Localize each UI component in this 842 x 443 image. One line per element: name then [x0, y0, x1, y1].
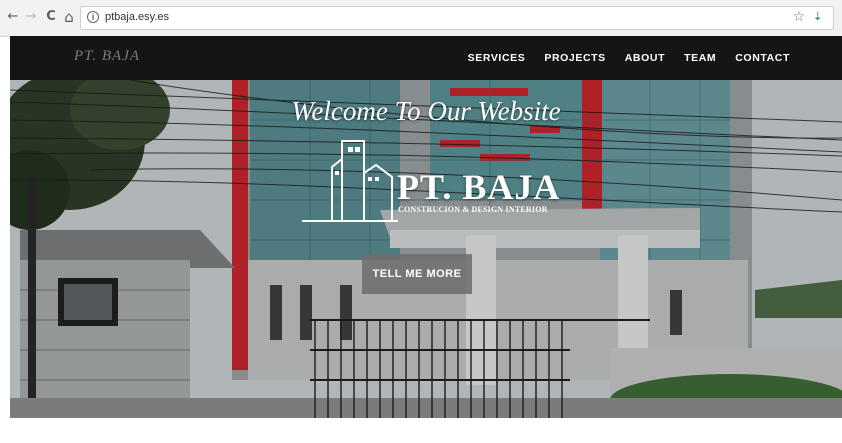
logo-company-name: PT. BAJA: [397, 167, 561, 207]
bookmark-star-icon[interactable]: ☆: [792, 9, 805, 25]
nav-link-team[interactable]: TEAM: [684, 52, 716, 64]
site-navbar: PT. BAJA SERVICES PROJECTS ABOUT TEAM CO…: [10, 36, 842, 80]
logo-tagline: CONSTRUCION & DESIGN INTERIOR: [398, 205, 548, 214]
forward-icon[interactable]: →: [24, 10, 38, 24]
extension-icon[interactable]: ⇣: [813, 11, 825, 23]
nav-link-contact[interactable]: CONTACT: [735, 52, 790, 64]
building-logo-icon: [302, 140, 398, 222]
main-menu: SERVICES PROJECTS ABOUT TEAM CONTACT: [468, 36, 790, 80]
tell-me-more-button[interactable]: TELL ME MORE: [362, 254, 472, 294]
hero-section: Welcome To Our Website PT. BAJA CONSTRUC…: [10, 80, 842, 418]
address-bar[interactable]: i ptbaja.esy.es ☆ ⇣: [80, 6, 834, 30]
hero-background-photo: [10, 80, 842, 418]
browser-toolbar: ← → C ⌂ i ptbaja.esy.es ☆ ⇣: [0, 0, 842, 37]
hero-headline: Welcome To Our Website: [291, 96, 561, 126]
back-icon[interactable]: ←: [6, 10, 20, 24]
nav-link-about[interactable]: ABOUT: [625, 52, 665, 64]
brand-logo-text[interactable]: PT. BAJA: [74, 48, 140, 65]
url-text[interactable]: ptbaja.esy.es: [105, 11, 169, 23]
info-icon[interactable]: i: [87, 11, 99, 23]
home-icon[interactable]: ⌂: [62, 10, 76, 25]
reload-icon[interactable]: C: [44, 10, 58, 24]
nav-link-projects[interactable]: PROJECTS: [544, 52, 605, 64]
nav-link-services[interactable]: SERVICES: [468, 52, 526, 64]
